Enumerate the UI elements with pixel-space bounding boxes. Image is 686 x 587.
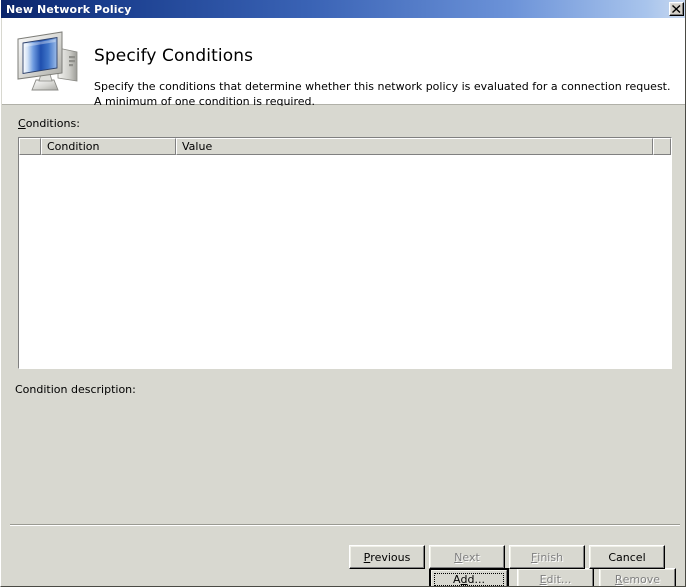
column-header-value[interactable]: Value (176, 138, 653, 155)
finish-button-label-post: inish (537, 550, 564, 564)
add-button-focus-ring: Ad d... (434, 573, 504, 586)
wizard-banner: Specify Conditions Specify the condition… (2, 18, 685, 108)
add-button-inner: Ad d... (431, 570, 507, 586)
next-button-label-post: ext (462, 550, 480, 564)
column-header-condition[interactable]: Condition (41, 138, 176, 155)
remove-button-label-post: emove (622, 573, 661, 586)
conditions-list-rows[interactable] (19, 155, 671, 368)
edit-button[interactable]: Edit... (517, 568, 594, 586)
conditions-list-header: Condition Value (19, 138, 671, 155)
cancel-button-label: Cancel (608, 550, 646, 564)
page-title: Specify Conditions (94, 46, 254, 66)
add-button[interactable]: Ad d... (429, 568, 509, 586)
column-header-grip[interactable] (19, 138, 41, 155)
add-button-label-pre: A (453, 573, 461, 586)
dialog-body: Conditions: Condition Value Condition de… (2, 106, 685, 586)
remove-button[interactable]: Remove (599, 568, 676, 586)
conditions-list[interactable]: Condition Value (18, 137, 672, 369)
window-title: New Network Policy (6, 2, 132, 16)
next-button-label-accel: N (454, 550, 463, 564)
conditions-label-rest: onditions: (25, 117, 80, 130)
title-bar[interactable]: New Network Policy (1, 0, 685, 18)
condition-description-label: Condition description: (15, 383, 136, 396)
close-x-glyph (672, 5, 681, 13)
column-header-filler[interactable] (653, 138, 671, 155)
close-icon[interactable] (669, 2, 684, 16)
computer-monitor-icon (14, 28, 86, 94)
previous-button[interactable]: Previous (349, 545, 425, 569)
conditions-label: Conditions: (18, 117, 80, 130)
remove-button-label-accel: R (614, 573, 623, 586)
add-button-label-accel: d (460, 573, 468, 586)
page-description: Specify the conditions that determine wh… (94, 80, 671, 108)
new-network-policy-dialog: New Network Policy Specify Conditions Sp… (0, 0, 686, 587)
footer-separator (10, 524, 680, 526)
previous-button-label-accel: P (363, 550, 371, 564)
next-button[interactable]: Next (429, 545, 505, 569)
finish-button[interactable]: Finish (509, 545, 585, 569)
previous-button-label-post: revious (370, 550, 411, 564)
add-button-label-post: d... (467, 573, 485, 586)
edit-button-label-accel: E (539, 573, 547, 586)
conditions-label-accel: C (18, 117, 26, 130)
edit-button-label-post: dit... (546, 573, 572, 586)
cancel-button[interactable]: Cancel (589, 545, 665, 569)
